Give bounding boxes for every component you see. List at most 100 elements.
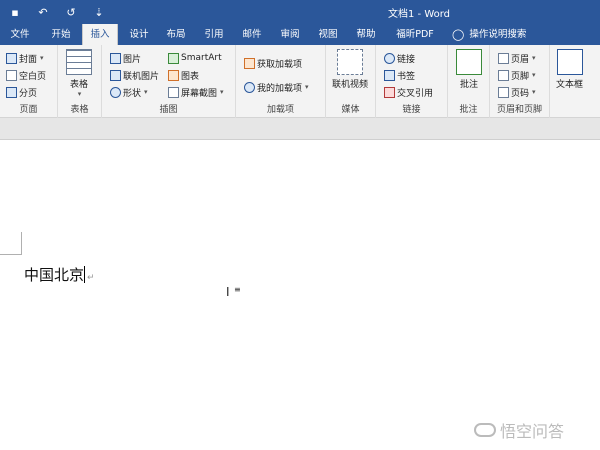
table-label: 表格 — [69, 80, 88, 90]
header-button[interactable]: 页眉 ▾ — [498, 50, 536, 66]
smartart-button[interactable]: SmartArt — [168, 50, 222, 66]
link-button[interactable]: 链接 — [384, 50, 415, 66]
ribbon: 封面 ▾ 空白页 分页 页面 表格 ▾ 表格 图片 联机图片 形状 ▾ Smar… — [0, 45, 600, 118]
cover-page-icon — [6, 52, 17, 64]
tab-file[interactable]: 文件 — [6, 24, 34, 45]
online-video-icon — [337, 49, 363, 75]
quick-access-toolbar: ▪ ↶ ↺ ⇣ — [6, 3, 108, 21]
header-label: 页眉 — [511, 54, 530, 65]
smartart-icon — [168, 52, 179, 64]
redo-icon[interactable]: ↺ — [62, 3, 80, 21]
screenshot-button[interactable]: 屏幕截图 ▾ — [168, 84, 224, 100]
customize-qat-icon[interactable]: ⇣ — [90, 3, 108, 21]
chat-bubble-icon — [474, 423, 496, 437]
cross-reference-icon — [384, 86, 395, 98]
blank-page-button[interactable]: 空白页 — [6, 67, 46, 83]
page-number-icon — [498, 86, 509, 98]
cross-reference-label: 交叉引用 — [397, 88, 434, 99]
chevron-down-icon: ▾ — [305, 83, 309, 91]
page-break-icon — [6, 86, 17, 98]
page-number-button[interactable]: 页码 ▾ — [498, 84, 536, 100]
tab-mailings[interactable]: 邮件 — [236, 24, 268, 45]
document-text-line[interactable]: 中国北京 ↵ — [24, 264, 95, 285]
link-icon — [384, 52, 395, 64]
screenshot-icon — [168, 86, 179, 98]
text-cursor — [84, 266, 86, 283]
chevron-down-icon: ▾ — [144, 88, 148, 96]
new-comment-label: 批注 — [459, 80, 478, 90]
group-label-links: 链接 — [402, 105, 421, 115]
header-icon — [498, 52, 509, 64]
cover-page-label: 封面 — [19, 54, 38, 65]
tab-help[interactable]: 帮助 — [350, 24, 382, 45]
group-addins: 获取加载项 我的加载项 ▾ 加载项 — [236, 45, 326, 118]
save-icon[interactable]: ▪ — [6, 3, 24, 21]
tell-me-label: 操作说明搜索 — [469, 29, 527, 40]
tell-me-search[interactable]: ◯ 操作说明搜索 — [452, 24, 526, 45]
pictures-label: 图片 — [123, 54, 142, 65]
tab-insert[interactable]: 插入 — [82, 24, 118, 45]
group-label-comments: 批注 — [459, 105, 478, 115]
textbox-icon — [556, 49, 583, 75]
comment-icon — [456, 49, 482, 75]
group-label-addins: 加载项 — [266, 105, 294, 115]
ribbon-document-gap — [0, 118, 600, 140]
online-pictures-button[interactable]: 联机图片 — [110, 67, 159, 83]
margin-corner-mark — [0, 254, 22, 255]
shapes-button[interactable]: 形状 ▾ — [110, 84, 148, 100]
text-align-cursor-icon: ≡ — [234, 285, 241, 294]
footer-label: 页脚 — [511, 71, 530, 82]
chart-icon — [168, 69, 179, 81]
document-page[interactable]: 中国北京 ↵ I ≡ 悟空问答 — [0, 140, 600, 450]
group-pages: 封面 ▾ 空白页 分页 页面 — [0, 45, 58, 118]
page-break-button[interactable]: 分页 — [6, 84, 37, 100]
chevron-down-icon: ▾ — [40, 54, 44, 62]
tab-home[interactable]: 开始 — [45, 24, 77, 45]
document-text: 中国北京 — [24, 266, 85, 284]
bookmark-label: 书签 — [397, 71, 416, 82]
footer-button[interactable]: 页脚 ▾ — [498, 67, 536, 83]
cover-page-button[interactable]: 封面 ▾ — [6, 50, 44, 66]
group-label-media: 媒体 — [341, 105, 360, 115]
bookmark-button[interactable]: 书签 — [384, 67, 415, 83]
group-tables: 表格 ▾ 表格 — [58, 45, 102, 118]
table-button[interactable]: 表格 ▾ — [66, 49, 92, 98]
watermark-text: 悟空问答 — [500, 422, 565, 441]
page-break-label: 分页 — [19, 88, 38, 99]
shapes-label: 形状 — [123, 88, 142, 99]
chevron-down-icon: ▾ — [220, 88, 224, 96]
get-addins-button[interactable]: 获取加载项 — [244, 55, 302, 71]
group-label-header-footer: 页眉和页脚 — [496, 105, 542, 115]
shapes-icon — [110, 86, 121, 98]
online-picture-icon — [110, 69, 121, 81]
tab-view[interactable]: 视图 — [312, 24, 344, 45]
picture-icon — [110, 52, 121, 64]
tab-design[interactable]: 设计 — [123, 24, 155, 45]
my-addins-label: 我的加载项 — [257, 83, 303, 94]
online-video-button[interactable]: 联机视频 — [332, 49, 368, 90]
my-addins-button[interactable]: 我的加载项 ▾ — [244, 79, 309, 95]
tab-review[interactable]: 审阅 — [274, 24, 306, 45]
cross-reference-button[interactable]: 交叉引用 — [384, 84, 433, 100]
my-addins-icon — [244, 81, 255, 93]
smartart-label: SmartArt — [181, 53, 222, 63]
new-comment-button[interactable]: 批注 — [456, 49, 482, 90]
lightbulb-icon: ◯ — [452, 28, 465, 41]
undo-icon[interactable]: ↶ — [34, 3, 52, 21]
chevron-down-icon: ▾ — [532, 71, 536, 79]
tab-references[interactable]: 引用 — [198, 24, 230, 45]
textbox-button[interactable]: 文本框 — [556, 49, 583, 90]
textbox-label: 文本框 — [556, 80, 584, 90]
chart-button[interactable]: 图表 — [168, 67, 199, 83]
tab-layout[interactable]: 布局 — [160, 24, 192, 45]
group-header-footer: 页眉 ▾ 页脚 ▾ 页码 ▾ 页眉和页脚 — [490, 45, 550, 118]
footer-icon — [498, 69, 509, 81]
tab-foxit-pdf[interactable]: 福昕PDF — [388, 24, 442, 45]
chevron-down-icon: ▾ — [532, 88, 536, 96]
group-comments: 批注 批注 — [448, 45, 490, 118]
chart-label: 图表 — [181, 71, 200, 82]
group-label-tables: 表格 — [70, 105, 89, 115]
pictures-button[interactable]: 图片 — [110, 50, 141, 66]
group-links: 链接 书签 交叉引用 链接 — [376, 45, 448, 118]
online-video-label: 联机视频 — [332, 80, 369, 90]
